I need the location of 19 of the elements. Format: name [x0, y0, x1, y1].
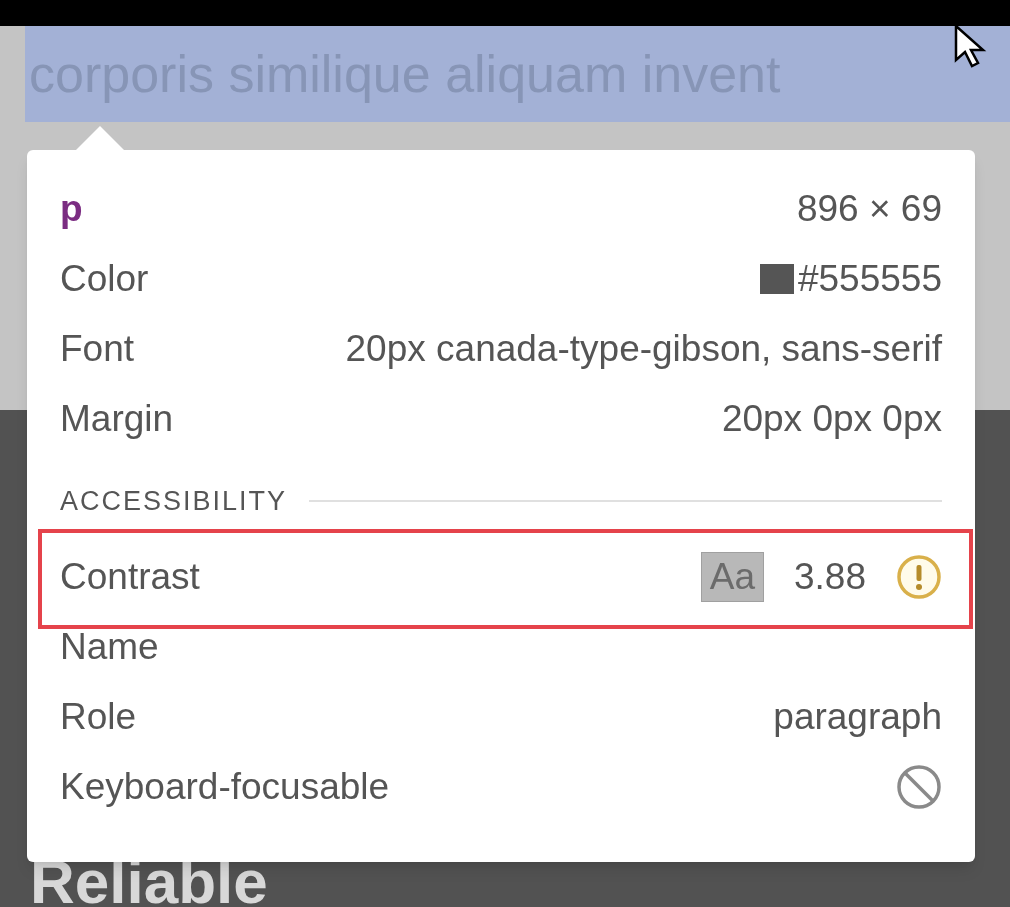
warning-icon — [896, 554, 942, 600]
property-value: paragraph — [773, 695, 942, 740]
element-tag: p — [60, 181, 83, 237]
color-value: #555555 — [797, 257, 942, 302]
contrast-ratio: 3.88 — [794, 555, 866, 600]
property-label: Color — [60, 257, 149, 302]
contrast-sample: Aa — [700, 552, 764, 602]
heading-text: Reliable — [30, 851, 268, 907]
blocked-icon — [896, 764, 942, 810]
property-label: Font — [60, 327, 135, 372]
property-value: 20px canada-type-gibson, sans-serif — [345, 327, 942, 372]
property-label: Margin — [60, 397, 174, 442]
element-size: 896 × 69 — [796, 187, 942, 232]
property-label: Contrast — [60, 555, 200, 600]
property-label: Keyboard-focusable — [60, 765, 390, 810]
property-value: 20px 0px 0px — [721, 397, 942, 442]
property-label: Name — [60, 625, 159, 670]
property-label: Role — [60, 695, 137, 740]
section-heading: ACCESSIBILITY — [60, 484, 288, 518]
